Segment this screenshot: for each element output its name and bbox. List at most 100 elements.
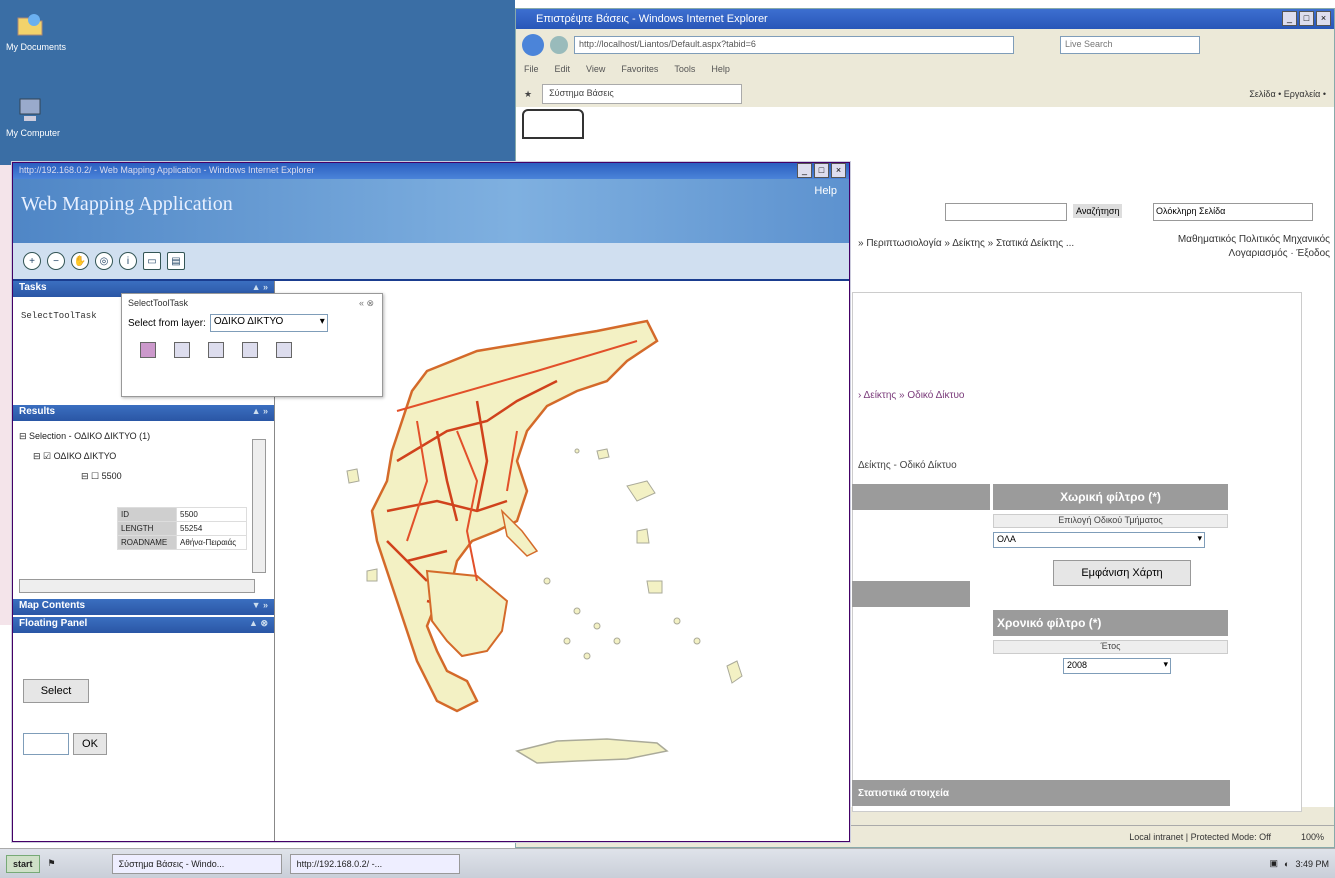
select-button[interactable]: Select [23,679,89,703]
results-panel-body: ⊟ Selection - ΟΔΙΚΟ ΔΙΚΤΥΟ (1) ⊟ ☑ ΟΔΙΚΟ… [13,421,274,599]
show-map-button[interactable]: Εμφάνιση Χάρτη [1053,560,1191,586]
browser-tab[interactable]: Σύστημα Βάσεις [542,84,743,104]
desktop-strip [0,165,12,625]
site-search-input[interactable] [945,203,1067,221]
collapse-icon[interactable]: ▲ ⊗ [249,618,268,629]
floating-panel-header[interactable]: Floating Panel ▲ ⊗ [13,617,274,633]
task-item-select[interactable]: SelectToolTask [21,311,97,321]
wm-minimize-button[interactable]: _ [797,163,812,178]
results-panel-header[interactable]: Results ▲ » [13,405,274,421]
time-filter-title: Χρονικό φίλτρο (*) [993,610,1228,636]
floating-panel-body: Select OK [13,633,274,823]
table-row: ROADNAME Αθήνα-Πειραιάς [116,535,247,550]
menu-help[interactable]: Help [711,64,730,78]
menu-file[interactable]: File [524,64,539,78]
menu-edit[interactable]: Edit [555,64,571,78]
menu-bar: File Edit View Favorites Tools Help [516,61,1334,81]
spatial-filter-select[interactable]: ΟΛΑ [993,532,1205,548]
collapse-icon[interactable]: ▲ » [252,406,268,416]
ok-button[interactable]: OK [73,733,107,755]
select-tools [122,334,382,366]
maximize-button[interactable]: □ [1299,11,1314,26]
tree-node-feature[interactable]: ⊟ ☐ 5500 [81,471,122,482]
ok-value-input[interactable] [23,733,69,755]
tray-volume-icon[interactable]: ◐ [1284,859,1289,869]
collapse-icon[interactable]: ▲ » [252,282,268,292]
wm-banner: Web Mapping Application Help [13,179,849,243]
taskbar-item-mapping[interactable]: http://192.168.0.2/ -... [289,853,460,874]
tree-node-layer[interactable]: ⊟ ☑ ΟΔΙΚΟ ΔΙΚΤΥΟ [33,451,116,462]
map-contents-header[interactable]: Map Contents ▼ » [13,599,274,615]
results-vscrollbar[interactable] [252,439,266,573]
zoom-out-icon[interactable]: − [47,252,65,270]
measure-icon[interactable]: ▭ [143,252,161,270]
web-mapping-window: http://192.168.0.2/ - Web Mapping Applic… [12,162,850,842]
wm-title-bar: http://192.168.0.2/ - Web Mapping Applic… [13,163,849,179]
close-icon[interactable]: « ⊗ [359,298,374,309]
search-input[interactable]: Live Search [1060,36,1200,54]
chevron-down-icon: ▾ [319,316,325,327]
table-header-left-2 [852,581,970,607]
tab-tools[interactable]: Σελίδα • Εργαλεία • [1249,89,1326,99]
desktop-icon-my-documents[interactable]: My Documents [6,10,96,52]
attribute-table: ID 5500 LENGTH 55254 ROADNAME Αθήνα-Πειραιά… [116,507,247,550]
collapse-icon[interactable]: ▼ » [252,600,268,610]
select-tool-panel: SelectToolTask « ⊗ Select from layer: ΟΔ… [121,293,383,397]
tab-bar: ★ Σύστημα Βάσεις Σελίδα • Εργαλεία • [516,81,1334,107]
tray-network-icon[interactable]: ▣ [1270,858,1279,869]
select-rectangle-icon[interactable] [242,342,258,358]
time-filter-select[interactable]: 2008 [1063,658,1171,674]
pan-icon[interactable]: ✋ [71,252,89,270]
menu-view[interactable]: View [586,64,605,78]
results-hscrollbar[interactable] [19,579,255,593]
forward-icon[interactable] [550,36,568,54]
bottom-section-bar: Στατιστικά στοιχεία [852,780,1230,806]
select-line-icon[interactable] [174,342,190,358]
wm-maximize-button[interactable]: □ [814,163,829,178]
select-circle-icon[interactable] [276,342,292,358]
back-icon[interactable] [522,34,544,56]
print-icon[interactable]: ▤ [167,252,185,270]
map-toolbar: + − ✋ ◎ i ▭ ▤ [13,243,849,281]
system-tray: ▣ ◐ 3:49 PM [1270,858,1329,869]
quick-launch-icon[interactable]: ⚑ [48,858,56,869]
computer-icon [14,96,46,124]
table-row: ID 5500 [116,507,247,522]
folder-icon [14,10,46,38]
select-polygon-icon[interactable] [208,342,224,358]
help-link[interactable]: Help [814,185,837,197]
site-content-panel [852,292,1302,812]
minimize-button[interactable]: _ [1282,11,1297,26]
close-button[interactable]: × [1316,11,1331,26]
address-input[interactable]: http://localhost/Liantos/Default.aspx?ta… [574,36,1014,54]
site-search-scope[interactable]: Ολόκληρη Σελίδα [1153,203,1313,221]
layer-select[interactable]: ΟΔΙΚΟ ΔΙΚΤΥΟ ▾ [209,314,328,332]
identify-icon[interactable]: i [119,252,137,270]
address-bar-row: http://localhost/Liantos/Default.aspx?ta… [516,29,1334,61]
time-filter-sub: Έτος [993,640,1228,654]
browser-title-bar: Επιστρέψτε Βάσεις - Windows Internet Exp… [516,9,1334,29]
tree-node-selection[interactable]: ⊟ Selection - ΟΔΙΚΟ ΔΙΚΤΥΟ (1) [19,431,150,442]
wm-close-button[interactable]: × [831,163,846,178]
site-logo [522,109,584,139]
taskbar: start ⚑ Σύστημα Βάσεις - Windo... http:/… [0,848,1335,878]
app-title: Web Mapping Application [21,193,233,215]
menu-favorites[interactable]: Favorites [621,64,658,78]
clock: 3:49 PM [1295,858,1329,869]
select-layer-row: Select from layer: ΟΔΙΚΟ ΔΙΚΤΥΟ ▾ [122,312,382,334]
select-panel-title: SelectToolTask [128,298,189,308]
taskbar-item-site[interactable]: Σύστημα Βάσεις - Windo... [111,853,282,874]
full-extent-icon[interactable]: ◎ [95,252,113,270]
desktop-icon-my-computer[interactable]: My Computer [6,96,96,138]
site-nav-links[interactable]: » Περιπτωσιολογία » Δείκτης » Στατικά Δε… [858,237,1158,251]
site-search-button[interactable]: Αναζήτηση [1073,204,1123,218]
favorites-star-icon[interactable]: ★ [524,89,532,100]
start-button[interactable]: start [6,854,40,873]
table-header-left [852,484,990,510]
user-info: Μαθηματικός Πολιτικός Μηχανικός Λογαριασ… [1177,234,1330,259]
table-row: LENGTH 55254 [116,521,247,536]
breadcrumb[interactable]: › Δείκτης » Οδικό Δίκτυο [858,390,964,401]
menu-tools[interactable]: Tools [674,64,695,78]
zoom-in-icon[interactable]: + [23,252,41,270]
select-point-icon[interactable] [140,342,156,358]
